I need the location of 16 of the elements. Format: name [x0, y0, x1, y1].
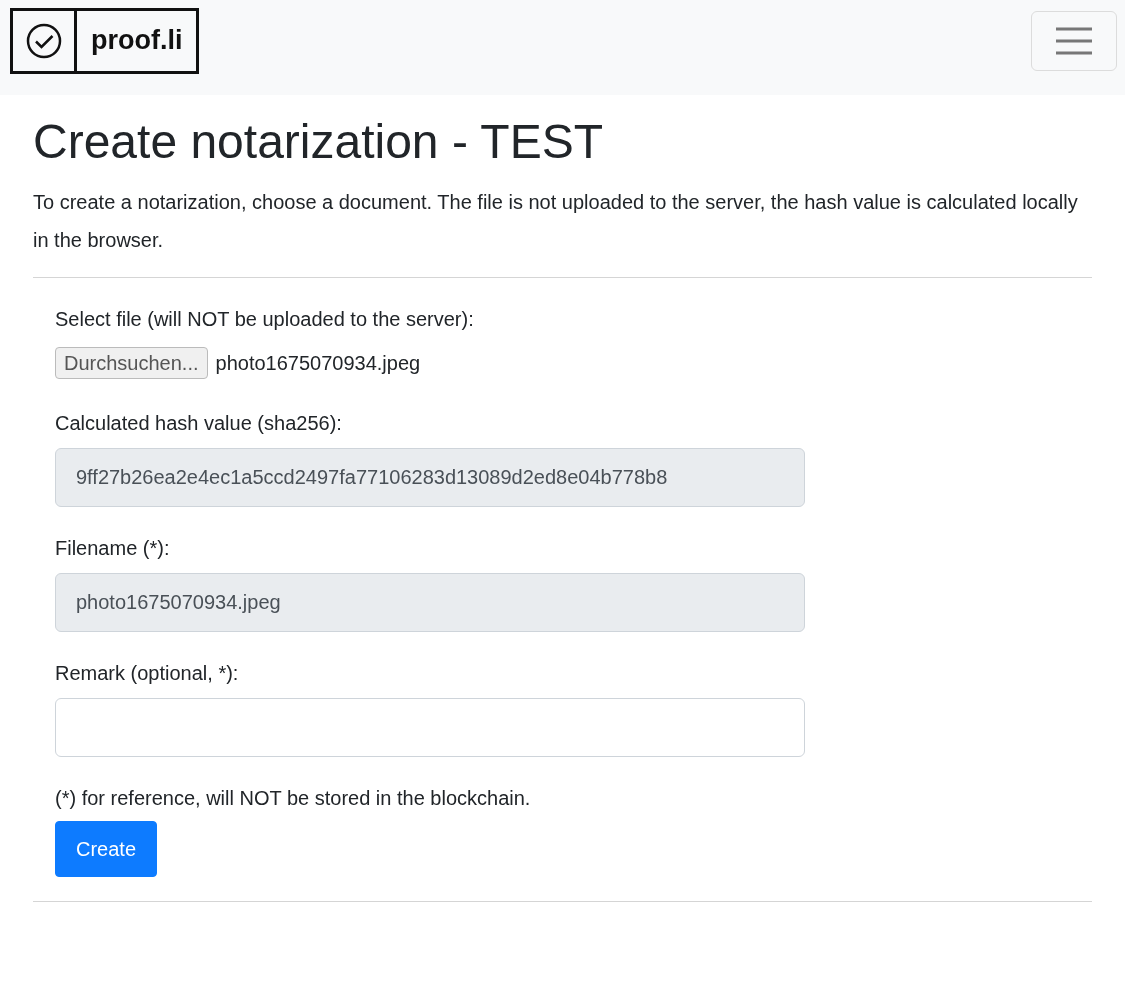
check-circle-icon [24, 21, 63, 60]
menu-button[interactable] [1031, 10, 1117, 71]
file-name: photo1675070934.jpeg [215, 350, 421, 376]
brand-link[interactable]: proof.li [77, 10, 197, 71]
field-label: Remark (optional, *): [55, 660, 240, 686]
footnote-text: (*) for reference, will NOT be stored in the blockchain. [55, 785, 532, 811]
field-label: Calculated hash value (sha256): [55, 410, 343, 436]
intro-text: To create a notarization, choose a document. The file is not uploaded to the server, the hash value is calculated locally in the browser. [33, 189, 1079, 253]
create-button[interactable]: Create [55, 820, 158, 877]
browse-button[interactable]: Durchsuchen... [55, 346, 208, 379]
input-field[interactable] [55, 697, 805, 757]
logo[interactable]: proof.li [10, 7, 200, 74]
menu-icon [1054, 25, 1094, 56]
field-label: Select file (will NOT be uploaded to the server): [55, 306, 475, 332]
field-label: Filename (*): [55, 535, 171, 561]
page-title: Create notarization - TEST [33, 114, 605, 170]
